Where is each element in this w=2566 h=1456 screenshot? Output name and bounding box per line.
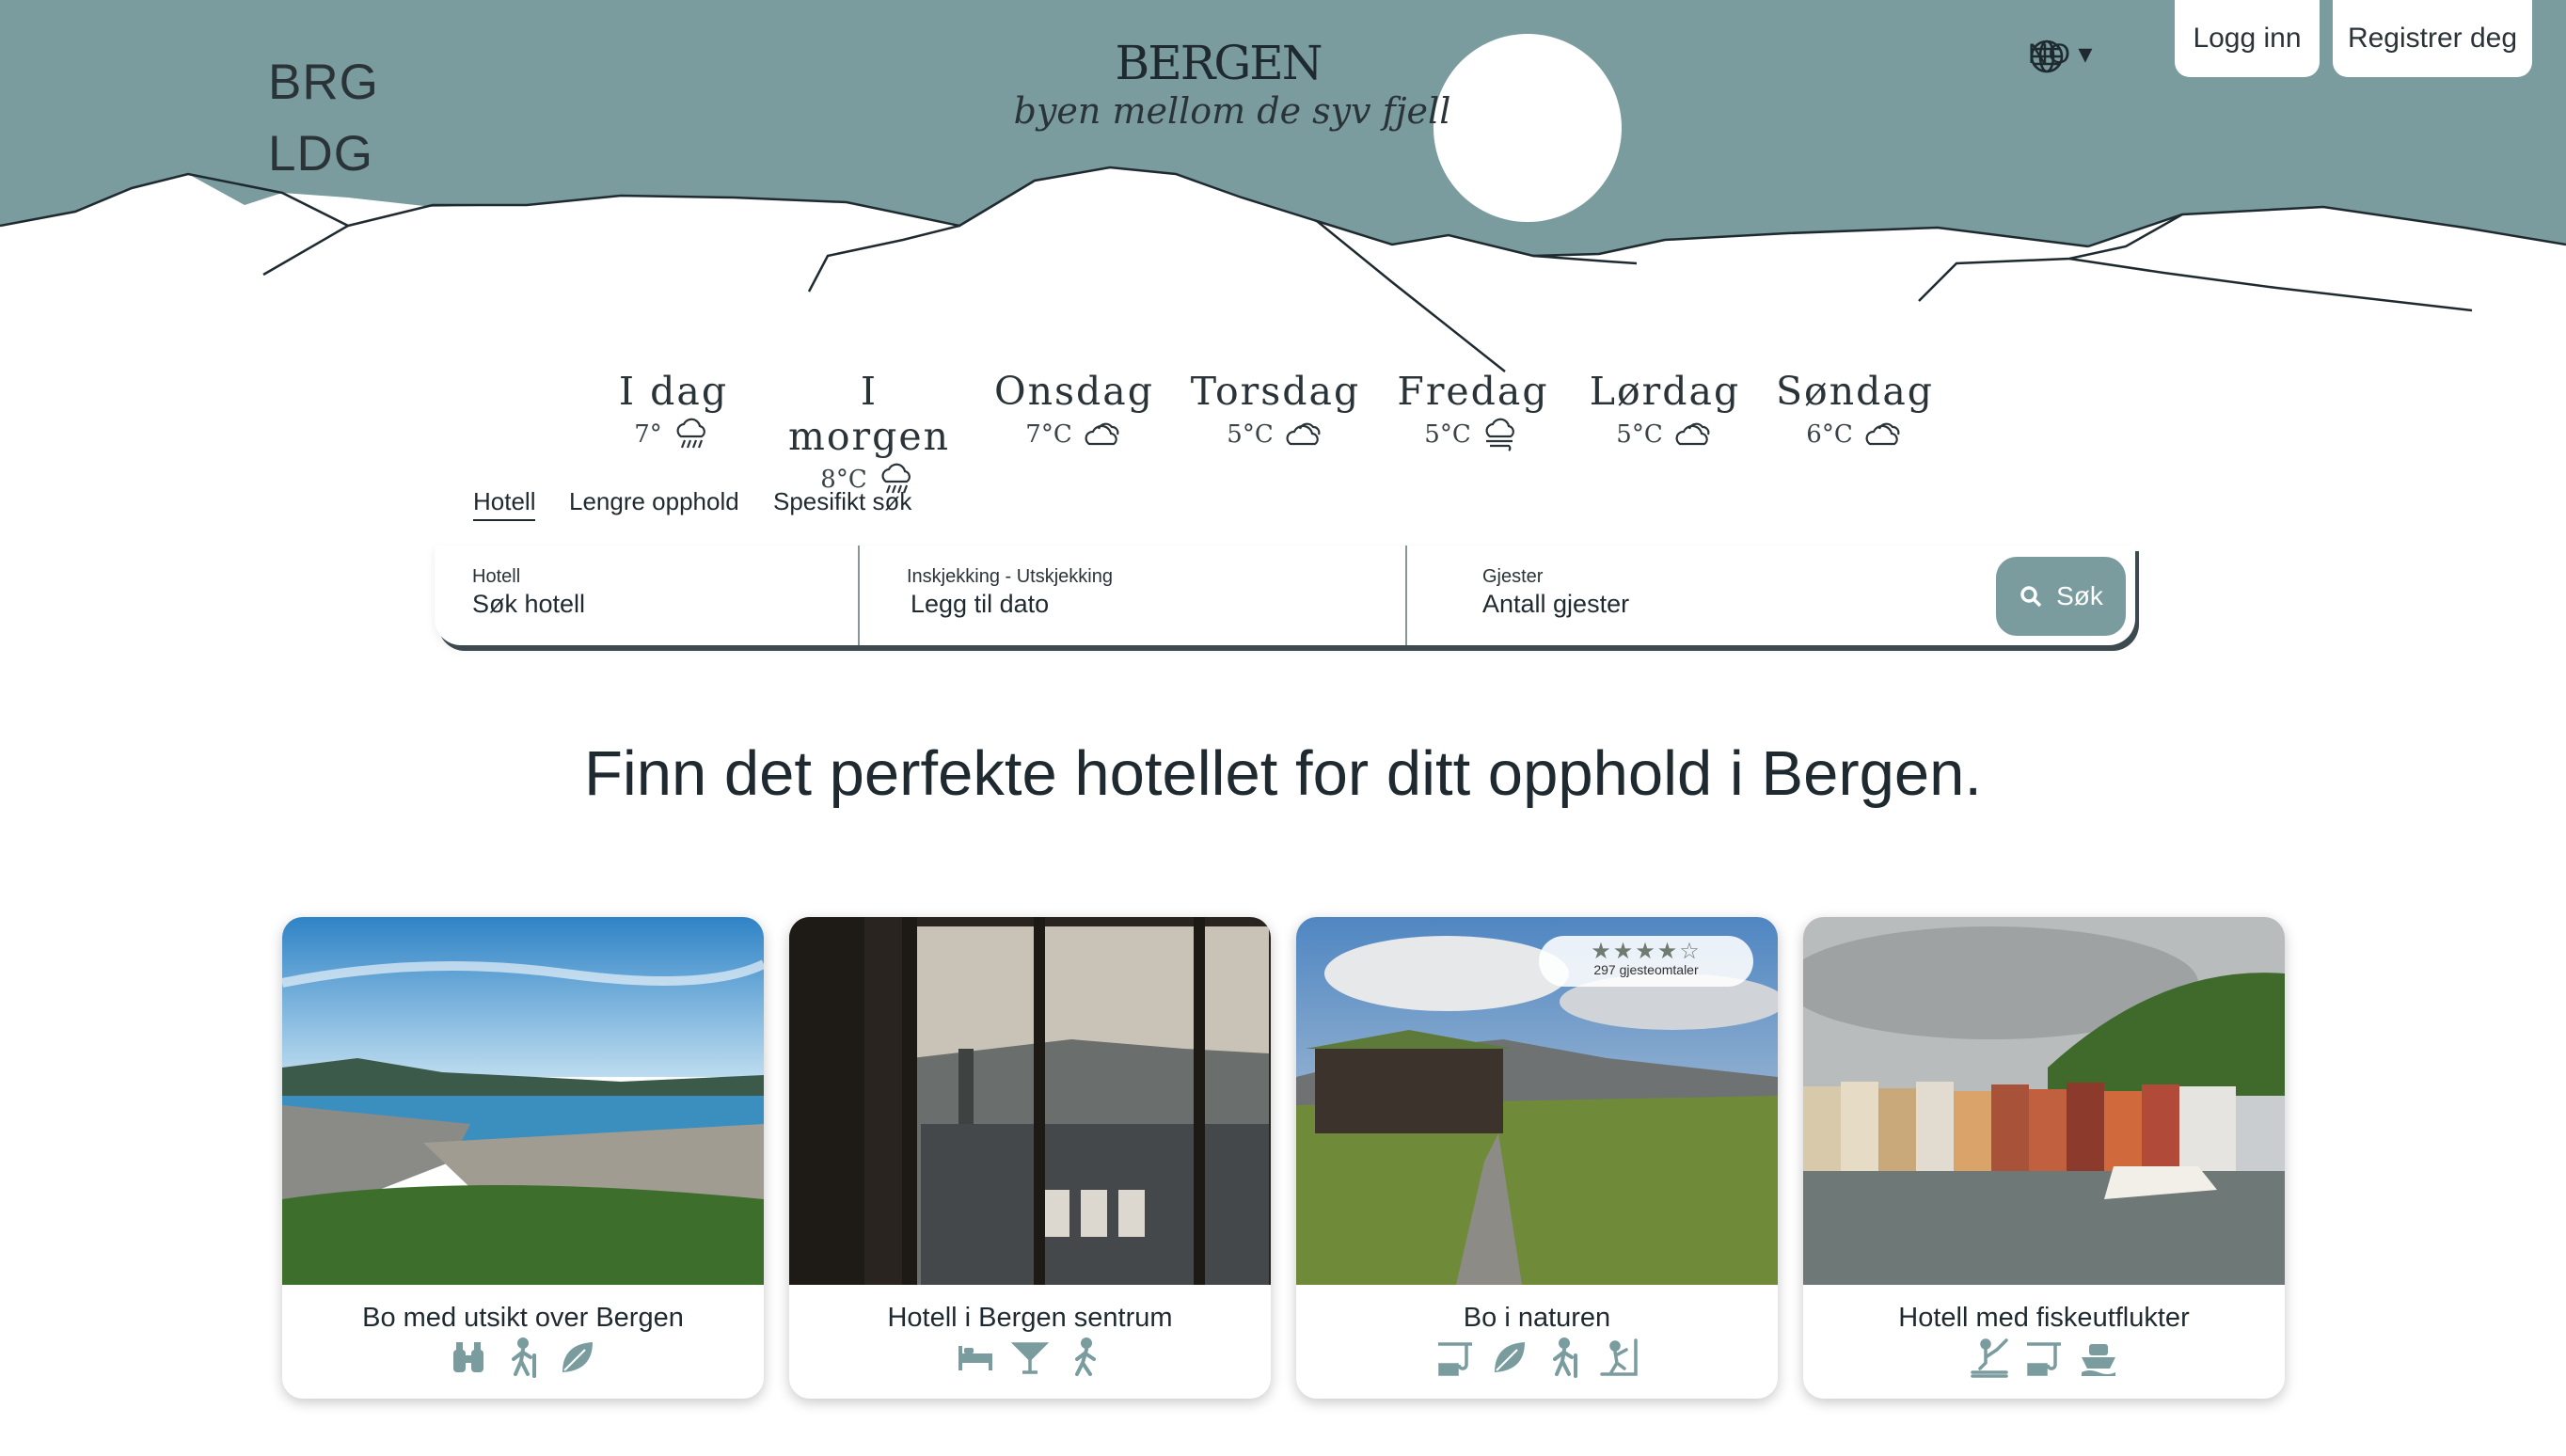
field-divider — [1405, 546, 1407, 645]
dates-field-label: Inskjekking - Utskjekking — [907, 566, 1113, 587]
weather-temp: 7° — [634, 420, 662, 449]
logo-line-1: BRG — [268, 55, 379, 110]
cloud-icon — [1286, 422, 1321, 446]
hiking-icon — [1544, 1337, 1585, 1378]
category-card-center[interactable]: Hotell i Bergen sentrum — [789, 917, 1271, 1399]
climbing-icon — [1598, 1337, 1639, 1378]
card-image-harbor — [1803, 917, 2285, 1285]
weather-temp: 6°C — [1806, 420, 1853, 449]
weather-day: I dag 7° — [579, 369, 768, 451]
page-headline: Finn det perfekte hotellet for ditt opph… — [583, 738, 1983, 809]
search-button[interactable]: Søk — [1996, 557, 2126, 636]
weather-day-label: Fredag — [1397, 369, 1549, 414]
search-button-label: Søk — [2056, 581, 2103, 610]
guests-field[interactable]: Gjester Antall gjester — [1482, 566, 1629, 619]
rating-stars: ★★★★☆ — [1591, 938, 1702, 964]
card-amenity-icons — [1803, 1337, 2285, 1378]
wind-cloud-icon — [1485, 418, 1514, 451]
card-title: Hotell med fiskeutflukter — [1898, 1303, 2190, 1333]
card-title: Bo i naturen — [1463, 1303, 1611, 1333]
category-card-fishing[interactable]: Hotell med fiskeutflukter — [1803, 917, 2285, 1399]
weather-day: Torsdag 5°C — [1181, 369, 1370, 451]
guests-field-label: Gjester — [1482, 566, 1544, 587]
tab-lengre-opphold[interactable]: Lengre opphold — [569, 487, 739, 516]
hotel-input[interactable]: Søk hotell — [472, 590, 585, 619]
walking-icon — [1064, 1337, 1105, 1378]
rain-cloud-icon — [676, 418, 705, 449]
city-title: BERGEN — [1115, 36, 1323, 90]
brand-logo[interactable]: BRG LDG — [268, 47, 379, 190]
weather-day-label: I morgen — [787, 369, 951, 459]
fishing-icon — [1434, 1337, 1476, 1378]
weather-day: Fredag 5°C — [1379, 369, 1567, 451]
weather-temp: 5°C — [1424, 420, 1471, 449]
weather-day-label: Onsdag — [994, 369, 1154, 414]
bed-icon — [955, 1337, 996, 1378]
hotel-field-label: Hotell — [472, 566, 521, 587]
hiking-icon — [502, 1337, 544, 1378]
weather-day: Onsdag 7°C — [980, 369, 1168, 451]
search-icon — [2020, 586, 2042, 608]
globe-icon — [2030, 40, 2064, 73]
card-title: Bo med utsikt over Bergen — [362, 1303, 684, 1333]
weather-temp: 7°C — [1025, 420, 1072, 449]
rating-badge: ★★★★☆ 297 gjesteomtaler — [1539, 936, 1753, 987]
card-image-city-window — [789, 917, 1271, 1285]
tab-hotell[interactable]: Hotell — [473, 487, 536, 521]
weather-day-label: Søndag — [1775, 369, 1935, 414]
guests-input[interactable]: Antall gjester — [1482, 590, 1629, 619]
card-title: Hotell i Bergen sentrum — [887, 1303, 1173, 1333]
fishing-icon — [2023, 1337, 2065, 1378]
weather-temp: 5°C — [1227, 420, 1274, 449]
cloud-icon — [1675, 422, 1710, 446]
card-image-nature-cabin: ★★★★☆ 297 gjesteomtaler — [1296, 917, 1778, 1285]
hero-header: BRG LDG BERGEN byen mellom de syv fjell … — [0, 0, 2566, 376]
weather-day: I morgen 8°C — [775, 369, 963, 497]
card-amenity-icons — [1296, 1337, 1778, 1378]
category-card-nature[interactable]: ★★★★☆ 297 gjesteomtaler Bo i naturen — [1296, 917, 1778, 1399]
leaf-icon — [557, 1337, 598, 1378]
field-divider — [858, 546, 860, 645]
weather-temp: 5°C — [1616, 420, 1663, 449]
language-selector[interactable]: NO ▾ — [2028, 38, 2092, 73]
logo-line-2: LDG — [268, 126, 373, 182]
login-button[interactable]: Logg inn — [2175, 0, 2320, 77]
hotel-field[interactable]: Hotell Søk hotell — [472, 566, 585, 619]
cocktail-icon — [1009, 1337, 1051, 1378]
card-amenity-icons — [789, 1337, 1271, 1378]
category-card-view[interactable]: Bo med utsikt over Bergen — [282, 917, 764, 1399]
search-bar: Hotell Søk hotell Inskjekking - Utskjekk… — [435, 546, 2135, 645]
boat-icon — [2078, 1337, 2119, 1378]
weather-day-label: Lørdag — [1589, 369, 1741, 414]
fishing-pier-icon — [1969, 1337, 2010, 1378]
register-button[interactable]: Registrer deg — [2333, 0, 2532, 77]
cloud-icon — [1085, 422, 1119, 446]
dates-field[interactable]: Inskjekking - Utskjekking Legg til dato — [907, 566, 1113, 619]
tab-spesifikt-sok[interactable]: Spesifikt søk — [773, 487, 911, 516]
dates-input[interactable]: Legg til dato — [907, 590, 1113, 619]
card-image-bergen-view — [282, 917, 764, 1285]
weather-day: Lørdag 5°C — [1571, 369, 1759, 451]
card-amenity-icons — [282, 1337, 764, 1378]
weather-day: Søndag 6°C — [1761, 369, 1949, 451]
cloud-icon — [1865, 422, 1900, 446]
weather-day-label: Torsdag — [1190, 369, 1361, 414]
binoculars-icon — [448, 1337, 489, 1378]
review-count: 297 gjesteomtaler — [1593, 962, 1699, 977]
leaf-icon — [1489, 1337, 1530, 1378]
weather-day-label: I dag — [618, 369, 729, 414]
city-subtitle: byen mellom de syv fjell — [1013, 90, 1451, 132]
